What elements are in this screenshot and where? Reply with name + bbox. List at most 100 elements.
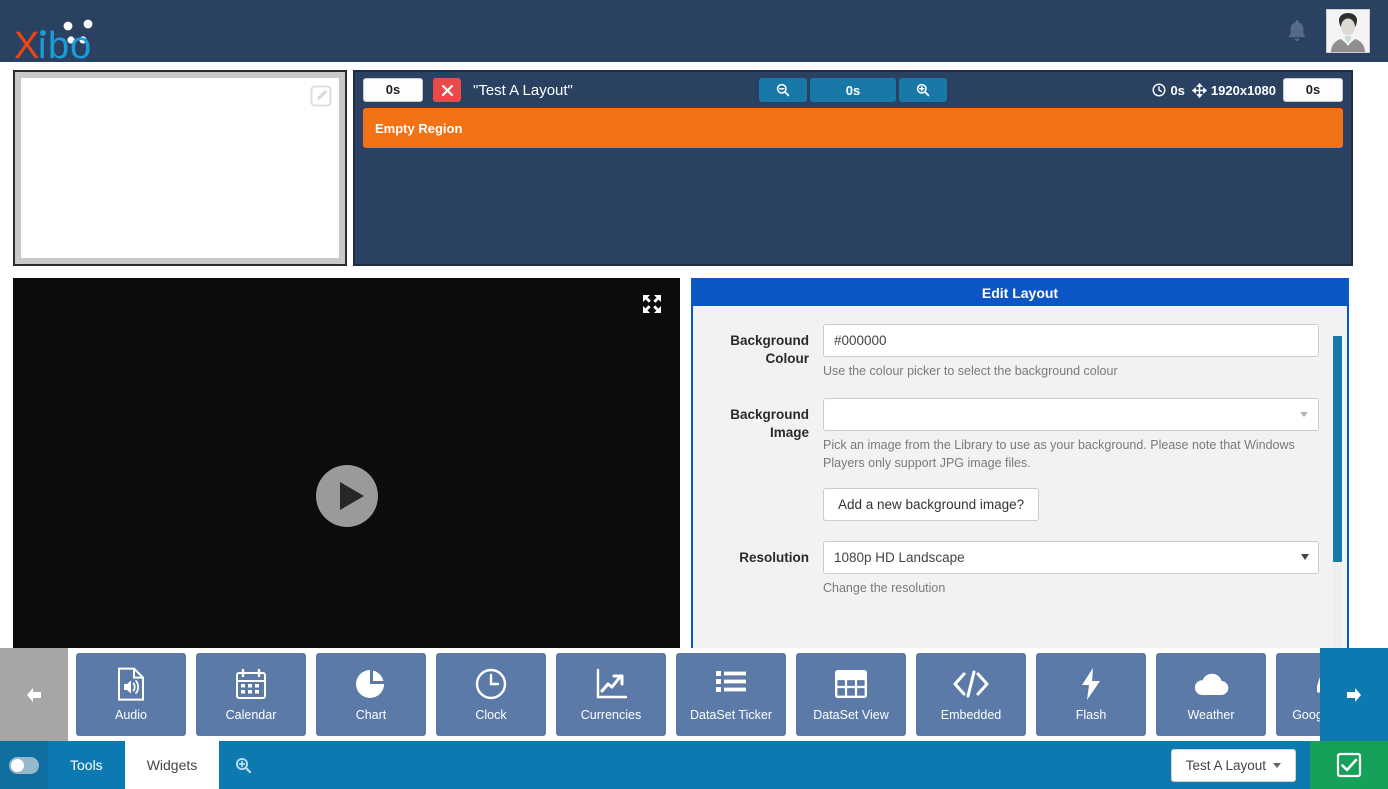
- layout-dropdown-button[interactable]: Test A Layout: [1171, 749, 1296, 782]
- clock-icon: [1152, 83, 1166, 97]
- tab-tools[interactable]: Tools: [48, 741, 125, 789]
- zoom-in-icon: [235, 757, 252, 774]
- zoom-in-button[interactable]: [899, 78, 947, 102]
- zoom-out-button[interactable]: [759, 78, 807, 102]
- confirm-button[interactable]: [1310, 741, 1388, 789]
- widget-clock[interactable]: Clock: [436, 653, 546, 736]
- region-empty[interactable]: Empty Region: [363, 108, 1343, 148]
- timeline-zoom-level[interactable]: 0s: [810, 78, 896, 102]
- region-list: Empty Region: [355, 108, 1351, 148]
- svg-text:X: X: [14, 25, 39, 62]
- expand-arrows-icon[interactable]: [640, 292, 664, 316]
- toolbar-toggle[interactable]: [0, 741, 48, 789]
- list-icon: [715, 667, 747, 701]
- chevron-down-icon: [1273, 763, 1281, 768]
- close-layout-button[interactable]: [433, 78, 461, 102]
- zoom-out-icon: [776, 83, 790, 97]
- bolt-icon: [1080, 667, 1102, 701]
- line-chart-icon: [595, 667, 627, 701]
- timeline-start-duration: 0s: [363, 78, 423, 102]
- resolution-help: Change the resolution: [823, 579, 1319, 597]
- toggle-switch-icon: [9, 757, 39, 774]
- duration-info: 0s: [1152, 83, 1184, 98]
- xibo-logo[interactable]: X i b o: [0, 0, 104, 62]
- timeline-info-group: 0s 1920x1080 0s: [1152, 78, 1343, 102]
- background-image-value: [823, 398, 1319, 431]
- layout-thumbnail-panel[interactable]: [13, 70, 347, 266]
- widget-prev-button[interactable]: [0, 648, 68, 741]
- toggle-knob: [11, 759, 24, 772]
- widget-label: Weather: [1187, 708, 1234, 722]
- widget-dataset-view[interactable]: DataSet View: [796, 653, 906, 736]
- avatar[interactable]: [1326, 9, 1370, 53]
- edit-pencil-square-icon[interactable]: [310, 85, 332, 107]
- timeline-end-duration: 0s: [1283, 78, 1343, 102]
- widget-audio[interactable]: Audio: [76, 653, 186, 736]
- cloud-icon: [1193, 667, 1229, 701]
- play-circle-icon[interactable]: [314, 463, 380, 529]
- svg-text:o: o: [70, 25, 91, 62]
- resolution-value: 1920x1080: [1211, 83, 1276, 98]
- bottom-status-bar: Tools Widgets Test A Layout: [0, 741, 1388, 789]
- resolution-label: Resolution: [693, 541, 823, 597]
- widget-google-traffic[interactable]: Google Traffic: [1276, 653, 1320, 736]
- zoom-in-icon: [916, 83, 930, 97]
- background-image-select[interactable]: [823, 398, 1319, 431]
- add-background-image-button[interactable]: Add a new background image?: [823, 488, 1039, 521]
- widget-list: Audio Calendar: [68, 648, 1320, 741]
- background-colour-label: Background Colour: [693, 324, 823, 380]
- field-background-colour: Background Colour Use the colour picker …: [693, 324, 1319, 380]
- pie-chart-icon: [355, 667, 387, 701]
- search-button[interactable]: [219, 741, 267, 789]
- layout-dropdown-label: Test A Layout: [1186, 758, 1266, 773]
- widget-label: Currencies: [581, 708, 641, 722]
- widget-label: DataSet View: [813, 708, 889, 722]
- widget-next-button[interactable]: [1320, 648, 1388, 741]
- widget-flash[interactable]: Flash: [1036, 653, 1146, 736]
- edit-panel-scroll-thumb[interactable]: [1333, 336, 1342, 562]
- close-icon: [442, 85, 453, 96]
- widget-calendar[interactable]: Calendar: [196, 653, 306, 736]
- layout-title: "Test A Layout": [473, 82, 573, 99]
- svg-text:b: b: [48, 25, 69, 62]
- audio-file-icon: [116, 667, 146, 701]
- chevron-down-icon: [1301, 554, 1309, 560]
- widget-currencies[interactable]: Currencies: [556, 653, 666, 736]
- region-label: Empty Region: [375, 121, 462, 136]
- status-spacer: [267, 741, 1170, 789]
- widget-weather[interactable]: Weather: [1156, 653, 1266, 736]
- widget-label: Embedded: [941, 708, 1001, 722]
- top-navbar: X i b o: [0, 0, 1388, 62]
- widget-toolbar: Audio Calendar: [0, 648, 1388, 741]
- arrow-left-icon: [24, 686, 44, 704]
- edit-layout-title: Edit Layout: [693, 280, 1347, 306]
- car-icon: [1313, 667, 1320, 701]
- svg-text:i: i: [38, 25, 46, 62]
- widget-label: Audio: [115, 708, 147, 722]
- table-icon: [835, 667, 867, 701]
- checkbox-checked-icon: [1336, 752, 1362, 778]
- widget-label: Chart: [356, 708, 387, 722]
- widget-chart[interactable]: Chart: [316, 653, 426, 736]
- bell-icon[interactable]: [1286, 18, 1308, 44]
- tab-widgets[interactable]: Widgets: [125, 741, 220, 789]
- resolution-value: 1080p HD Landscape: [823, 541, 1319, 574]
- arrow-right-icon: [1344, 686, 1364, 704]
- field-resolution: Resolution 1080p HD Landscape Change the…: [693, 541, 1319, 597]
- calendar-icon: [235, 667, 267, 701]
- widget-embedded[interactable]: Embedded: [916, 653, 1026, 736]
- resolution-select[interactable]: 1080p HD Landscape: [823, 541, 1319, 574]
- widget-label: Calendar: [226, 708, 277, 722]
- navbar-right-group: [1286, 9, 1388, 53]
- widget-label: Google Traffic: [1292, 708, 1320, 722]
- duration-value: 0s: [1170, 83, 1184, 98]
- widget-dataset-ticker[interactable]: DataSet Ticker: [676, 653, 786, 736]
- background-colour-help: Use the colour picker to select the back…: [823, 362, 1319, 380]
- layout-thumbnail-canvas: [21, 78, 339, 258]
- chevron-down-icon: [1300, 412, 1308, 417]
- timeline-toolbar: 0s "Test A Layout" 0s: [355, 72, 1351, 108]
- background-colour-input[interactable]: [823, 324, 1319, 357]
- background-image-label: Background Image: [693, 398, 823, 521]
- widget-label: DataSet Ticker: [690, 708, 772, 722]
- resolution-info: 1920x1080: [1192, 83, 1276, 98]
